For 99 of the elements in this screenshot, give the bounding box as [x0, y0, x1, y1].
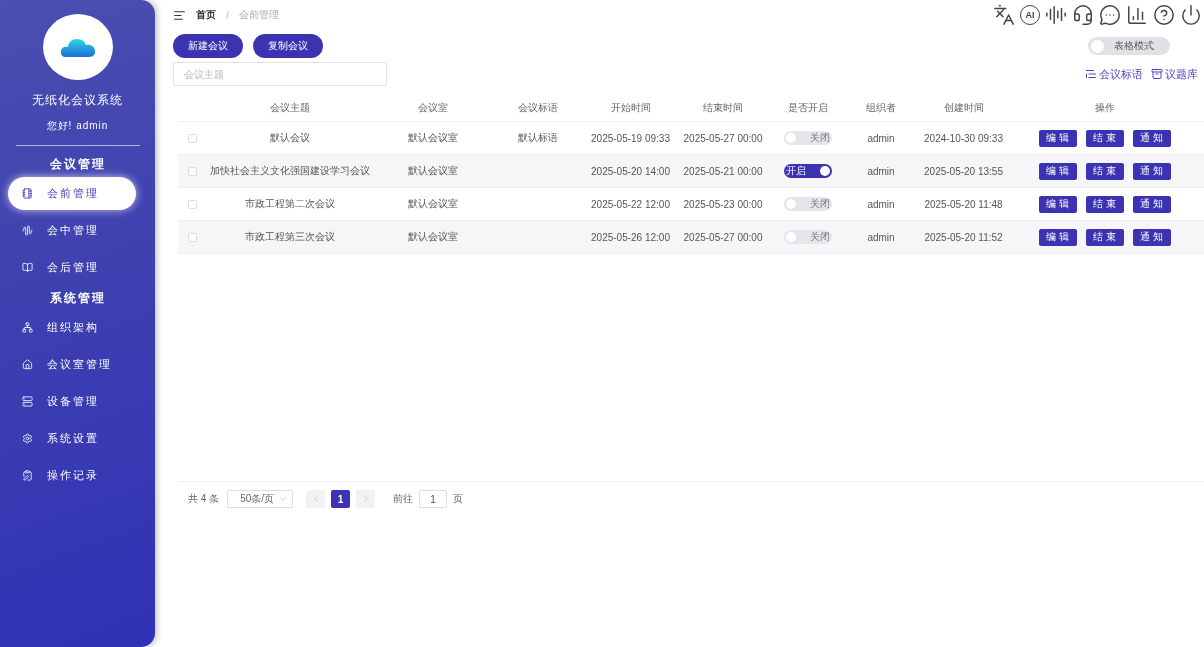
waveform-icon [22, 225, 33, 236]
notify-button[interactable]: 通 知 [1132, 129, 1171, 147]
end-button[interactable]: 结 束 [1085, 228, 1124, 246]
nav-item[interactable]: 会议室管理 [8, 348, 136, 381]
table-cell-text: admin [866, 132, 896, 144]
nav-item[interactable]: 会中管理 [8, 214, 136, 247]
end-button[interactable]: 结 束 [1085, 195, 1124, 213]
notify-button[interactable]: 通 知 [1132, 228, 1171, 246]
slogan-link[interactable]: 会议标语 [1085, 66, 1143, 82]
table-cell-text: 2024-10-30 09:33 [923, 132, 1004, 144]
open-switch[interactable]: 关闭 [783, 197, 832, 211]
table-cell-text: 2025-05-19 09:33 [590, 132, 671, 144]
table-cell-text: 2025-05-22 12:00 [590, 198, 671, 210]
new-meeting-button[interactable]: 新建会议 [173, 34, 243, 58]
chevron-down-icon [278, 494, 289, 504]
end-button[interactable]: 结 束 [1085, 129, 1124, 147]
column-header: 是否开启 [786, 100, 829, 115]
notify-button[interactable]: 通 知 [1132, 162, 1171, 180]
clipboard-icon [22, 470, 33, 481]
table-cell-text: 2025-05-27 00:00 [682, 231, 764, 243]
network-icon [22, 322, 33, 333]
text-icon [1085, 68, 1097, 80]
page-size-select[interactable]: 50条/页 [227, 490, 294, 508]
headset-icon[interactable] [1072, 4, 1094, 26]
total-count: 共 4 条 [188, 492, 220, 506]
table-cell-text: 2025-05-23 00:00 [682, 198, 764, 210]
column-header: 开始时间 [609, 100, 652, 115]
nav-heading: 系统管理 [49, 290, 106, 307]
help-icon[interactable] [1153, 4, 1175, 26]
edit-button[interactable]: 编 辑 [1038, 228, 1077, 246]
column-header: 操作 [1093, 100, 1116, 115]
table-cell-text: 默认标语 [517, 131, 559, 145]
table-mode-switch[interactable]: 表格模式 [1088, 37, 1170, 55]
table-cell-text: admin [866, 165, 896, 177]
table-cell-text: 默认会议室 [407, 131, 459, 145]
table-cell-text: 2025-05-27 00:00 [682, 132, 764, 144]
table-cell-text: 2025-05-21 00:00 [682, 165, 764, 177]
server-icon [22, 396, 33, 407]
table-cell-text: 加快社会主义文化强国建设学习会议 [209, 164, 371, 178]
table-cell-text: admin [866, 231, 896, 243]
table-cell-text: 市政工程第二次会议 [244, 197, 336, 211]
audio-icon[interactable] [1045, 4, 1067, 26]
chat-icon[interactable] [1099, 4, 1121, 26]
nav-heading: 会议管理 [49, 156, 106, 173]
notify-button[interactable]: 通 知 [1132, 195, 1171, 213]
end-button[interactable]: 结 束 [1085, 162, 1124, 180]
app-title: 无纸化会议系统 [32, 92, 123, 109]
open-switch[interactable]: 开启 [783, 164, 832, 178]
row-checkbox[interactable] [187, 232, 197, 242]
page-input[interactable]: 1 [419, 490, 448, 508]
settings-icon [22, 433, 33, 444]
table-cell-text: 默认会议室 [407, 197, 459, 211]
notebook-icon [22, 188, 33, 199]
table-cell-text: 2025-05-20 13:55 [923, 165, 1004, 177]
nav-item[interactable]: 操作记录 [8, 459, 136, 492]
table-cell-text: 2025-05-20 14:00 [590, 165, 671, 177]
column-header: 结束时间 [702, 100, 744, 115]
table-cell-text: 默认会议室 [407, 164, 459, 178]
table-cell-text: 2025-05-20 11:48 [923, 198, 1004, 210]
nav-item[interactable]: 组织架构 [8, 311, 136, 344]
goto-label: 前往 [393, 492, 414, 506]
nav-item[interactable]: 系统设置 [8, 422, 136, 455]
column-header: 组织者 [865, 100, 897, 115]
column-header: 创建时间 [942, 100, 985, 115]
nav-item[interactable]: 设备管理 [8, 385, 136, 418]
row-checkbox[interactable] [187, 166, 197, 176]
chart-icon[interactable] [1126, 4, 1148, 26]
column-header: 会议主题 [269, 100, 311, 115]
open-switch[interactable]: 关闭 [783, 131, 832, 145]
book-icon [22, 262, 33, 273]
breadcrumb-item[interactable]: 首页 [196, 8, 216, 22]
row-checkbox[interactable] [187, 133, 197, 143]
archive-icon [1151, 68, 1163, 80]
column-header: 会议室 [417, 100, 449, 115]
table-cell-text: 2025-05-20 11:52 [923, 231, 1004, 243]
edit-button[interactable]: 编 辑 [1038, 129, 1077, 147]
column-header: 会议标语 [517, 100, 559, 115]
nav-item[interactable]: 会前管理 [8, 177, 136, 210]
topic-library-link[interactable]: 议题库 [1151, 66, 1198, 82]
page-button[interactable]: 1 [331, 490, 351, 508]
menu-icon[interactable] [173, 8, 186, 22]
breadcrumb-item: 会前管理 [238, 8, 279, 22]
table-cell-text: 2025-05-26 12:00 [590, 231, 671, 243]
table-cell-text: admin [866, 198, 896, 210]
open-switch[interactable]: 关闭 [783, 230, 832, 244]
page-suffix: 页 [453, 492, 464, 506]
table-cell-text: 默认会议室 [407, 230, 459, 244]
row-checkbox[interactable] [187, 199, 197, 209]
power-icon[interactable] [1180, 4, 1202, 26]
table-cell-text: 默认会议 [269, 131, 311, 145]
nav-item[interactable]: 会后管理 [8, 251, 136, 284]
copy-meeting-button[interactable]: 复制会议 [253, 34, 323, 58]
edit-button[interactable]: 编 辑 [1038, 195, 1077, 213]
house-icon [22, 359, 33, 370]
breadcrumb-separator: / [226, 9, 229, 21]
edit-button[interactable]: 编 辑 [1038, 162, 1077, 180]
table-cell-text: 市政工程第三次会议 [244, 230, 336, 244]
greeting: 您好! admin [46, 119, 109, 133]
translate-icon[interactable] [993, 4, 1015, 26]
